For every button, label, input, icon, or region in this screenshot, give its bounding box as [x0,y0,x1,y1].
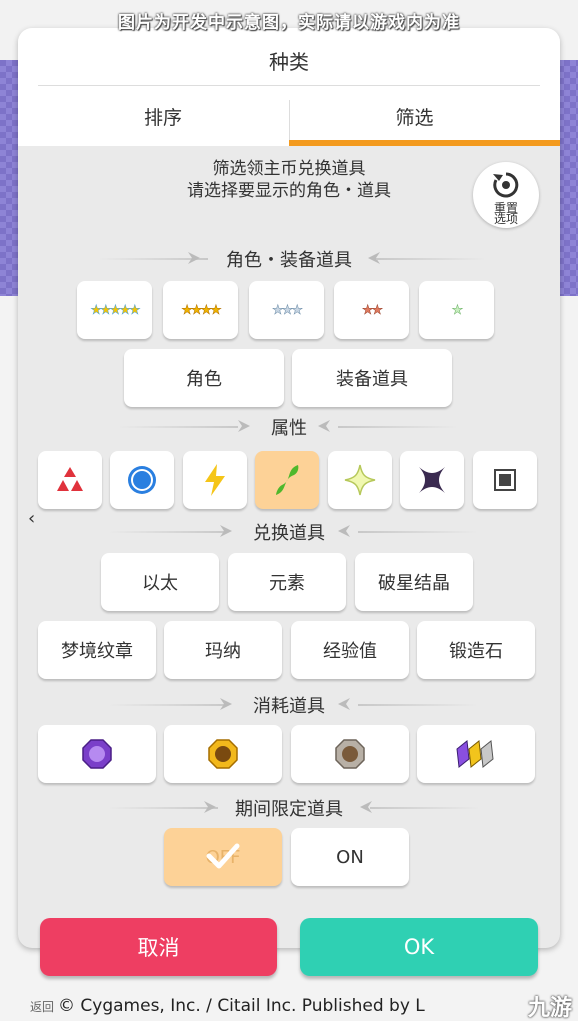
light-icon [344,464,376,496]
divider [108,704,228,706]
attribute-light-button[interactable] [328,451,392,509]
exchange-mana-button[interactable]: 玛纳 [164,621,282,679]
star-icon: ★★★★★ [90,302,141,318]
none-icon [494,469,516,491]
section-label: 消耗道具 [253,696,325,717]
dialog-title: 种类 [269,50,309,74]
section-title-limited: 期间限定道具 [18,795,560,821]
rarity-5-button[interactable]: ★★★★★ [77,281,152,339]
gold-medal-icon [208,739,238,769]
attribute-wind-button[interactable] [255,451,319,509]
reset-icon [493,172,519,198]
section-label: 属性 [271,418,307,439]
consumable-bronze-button[interactable] [291,725,409,783]
section-title-characters: 角色・装备道具 [18,246,560,272]
wind-icon [276,465,299,495]
ornament-icon [338,525,350,537]
ornament-icon [220,525,232,537]
chevron-left-icon[interactable]: ‹ [28,508,35,529]
ornament-icon [204,801,216,813]
divider [376,258,486,260]
checkmark-icon [206,843,240,869]
ticket-stack-icon [456,740,494,768]
exchange-emblem-button[interactable]: 梦境纹章 [38,621,156,679]
ornament-icon [318,420,330,432]
attribute-water-button[interactable] [110,451,174,509]
attribute-dark-button[interactable] [400,451,464,509]
attribute-fire-button[interactable] [38,451,102,509]
thunder-icon [205,464,225,496]
filter-dialog: 种类 排序 筛选 筛选领主币兑换道具 请选择要显示的角色・道具 重置 选项 角色… [18,28,560,948]
cancel-button[interactable]: 取消 [40,918,277,976]
exchange-exp-button[interactable]: 经验值 [291,621,409,679]
section-label: 角色・装备道具 [226,250,352,271]
star-icon: ★★★ [272,302,303,318]
section-title-consumables: 消耗道具 [18,692,560,718]
section-label: 兑换道具 [253,523,325,544]
exchange-element-button[interactable]: 元素 [228,553,346,611]
type-character-button[interactable]: 角色 [124,349,284,407]
attribute-thunder-button[interactable] [183,451,247,509]
star-icon: ★★★★ [181,302,222,318]
consumable-purple-button[interactable] [38,725,156,783]
water-icon [128,466,156,494]
reset-options-button[interactable]: 重置 选项 [473,162,539,228]
type-equipment-button[interactable]: 装备道具 [292,349,452,407]
star-icon: ★ [451,302,463,318]
rarity-2-button[interactable]: ★★ [334,281,409,339]
tab-sort[interactable]: 排序 [38,100,288,146]
star-icon: ★★ [361,302,384,318]
section-title-attributes: 属性 [18,414,560,440]
attribute-none-button[interactable] [473,451,537,509]
back-link[interactable]: 返回 [30,1000,54,1014]
exchange-ether-button[interactable]: 以太 [101,553,219,611]
exchange-crystal-button[interactable]: 破星结晶 [355,553,473,611]
ornament-icon [338,698,350,710]
footer-copyright: 返回 © Cygames, Inc. / Citail Inc. Publishe… [30,996,425,1016]
divider [358,704,478,706]
divider [38,85,540,86]
fire-icon [57,467,83,491]
copyright-text: © Cygames, Inc. / Citail Inc. Published … [58,996,425,1016]
ok-button[interactable]: OK [300,918,538,976]
section-label: 期间限定道具 [235,799,343,820]
dialog-header: 种类 排序 筛选 [18,28,560,146]
site-logo: 九游 [527,996,572,1021]
divider [338,426,458,428]
ornament-icon [238,420,250,432]
reset-label-2: 选项 [493,212,518,226]
divider [370,807,480,809]
limited-off-button[interactable]: OFF [164,828,282,886]
exchange-forge-stone-button[interactable]: 锻造石 [417,621,535,679]
rarity-4-button[interactable]: ★★★★ [163,281,238,339]
consumable-gold-button[interactable] [164,725,282,783]
divider [358,531,478,533]
divider [108,531,228,533]
limited-on-button[interactable]: ON [291,828,409,886]
purple-medal-icon [82,739,112,769]
ornament-icon [188,252,200,264]
watermark-text: 图片为开发中示意图，实际请以游戏内为准 [118,13,460,33]
bronze-medal-icon [335,739,365,769]
rarity-1-button[interactable]: ★ [419,281,494,339]
section-title-exchange: 兑换道具 [18,519,560,545]
consumable-tickets-button[interactable] [417,725,535,783]
filter-content: 筛选领主币兑换道具 请选择要显示的角色・道具 重置 选项 角色・装备道具 ★★★… [18,146,560,948]
ornament-icon [220,698,232,710]
dark-icon [419,467,445,493]
rarity-3-button[interactable]: ★★★ [249,281,324,339]
divider [118,426,238,428]
